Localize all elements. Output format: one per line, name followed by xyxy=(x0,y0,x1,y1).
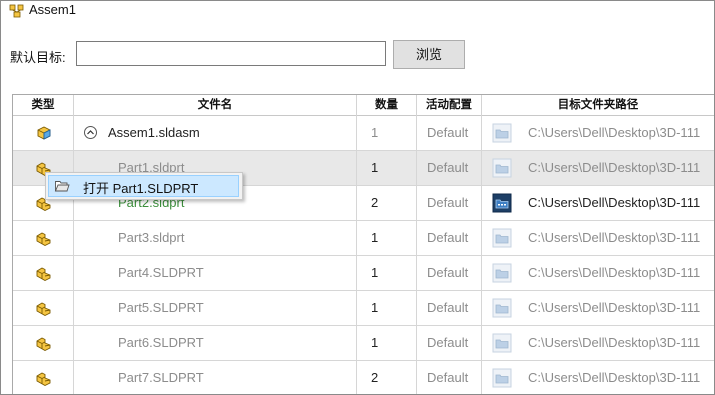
assembly-dialog: Assem1 默认目标: 浏览 类型 文件名 数量 活动配置 目标文件夹路径 A… xyxy=(0,0,715,395)
quantity: 1 xyxy=(371,160,379,175)
browse-button[interactable]: 浏览 xyxy=(393,40,465,69)
column-header-qty[interactable]: 数量 xyxy=(357,95,417,116)
quantity: 2 xyxy=(371,370,379,385)
active-config: Default xyxy=(427,160,469,175)
active-config: Default xyxy=(427,195,469,210)
table-row-part6[interactable]: Part6.SLDPRT 1 Default C:\Users\Dell\Des… xyxy=(13,326,714,361)
part-file-icon xyxy=(36,372,51,387)
folder-browse-icon[interactable] xyxy=(492,298,512,318)
window-title: Assem1 xyxy=(29,2,76,17)
target-path: C:\Users\Dell\Desktop\3D-111 xyxy=(528,195,701,210)
active-config: Default xyxy=(427,265,469,280)
quantity: 1 xyxy=(371,265,379,280)
folder-browse-icon[interactable] xyxy=(492,333,512,353)
part-file-icon xyxy=(36,337,51,352)
menu-item-label: 打开 Part1.SLDPRT xyxy=(83,181,199,196)
quantity: 1 xyxy=(371,230,379,245)
target-path: C:\Users\Dell\Desktop\3D-111 xyxy=(528,125,701,140)
column-header-name[interactable]: 文件名 xyxy=(74,95,357,116)
table-row-part3[interactable]: Part3.sldprt 1 Default C:\Users\Dell\Des… xyxy=(13,221,714,256)
context-menu: 打开 Part1.SLDPRT xyxy=(45,172,243,200)
quantity: 2 xyxy=(371,195,379,210)
quantity: 1 xyxy=(371,300,379,315)
folder-browse-icon[interactable] xyxy=(492,123,512,143)
table-row-part7[interactable]: Part7.SLDPRT 2 Default C:\Users\Dell\Des… xyxy=(13,361,714,394)
table-row-part5[interactable]: Part5.SLDPRT 1 Default C:\Users\Dell\Des… xyxy=(13,291,714,326)
folder-browse-icon[interactable] xyxy=(492,368,512,388)
file-name: Part4.SLDPRT xyxy=(118,265,204,280)
column-header-path[interactable]: 目标文件夹路径 xyxy=(482,95,714,116)
column-header-type[interactable]: 类型 xyxy=(13,95,74,116)
part-file-icon xyxy=(36,267,51,282)
column-header-config[interactable]: 活动配置 xyxy=(417,95,482,116)
default-target-input[interactable] xyxy=(76,41,386,66)
target-path: C:\Users\Dell\Desktop\3D-111 xyxy=(528,160,701,175)
folder-browse-icon[interactable] xyxy=(492,228,512,248)
target-path: C:\Users\Dell\Desktop\3D-111 xyxy=(528,265,701,280)
assembly-file-icon xyxy=(37,126,51,140)
quantity: 1 xyxy=(371,125,379,140)
folder-browse-icon[interactable] xyxy=(492,193,512,213)
folder-browse-icon[interactable] xyxy=(492,158,512,178)
target-path: C:\Users\Dell\Desktop\3D-111 xyxy=(528,370,701,385)
active-config: Default xyxy=(427,230,469,245)
file-name: Part6.SLDPRT xyxy=(118,335,204,350)
target-path: C:\Users\Dell\Desktop\3D-111 xyxy=(528,230,701,245)
file-table: 类型 文件名 数量 活动配置 目标文件夹路径 Assem1.sldasm 1 D… xyxy=(12,94,714,394)
file-name: Part7.SLDPRT xyxy=(118,370,204,385)
file-name: Assem1.sldasm xyxy=(108,125,200,140)
default-target-label: 默认目标: xyxy=(10,50,66,65)
target-path: C:\Users\Dell\Desktop\3D-111 xyxy=(528,300,701,315)
quantity: 1 xyxy=(371,335,379,350)
menu-item-open-part[interactable]: 打开 Part1.SLDPRT xyxy=(48,175,239,197)
folder-browse-icon[interactable] xyxy=(492,263,512,283)
active-config: Default xyxy=(427,125,469,140)
assembly-icon xyxy=(9,4,24,18)
file-name: Part3.sldprt xyxy=(118,230,185,245)
collapse-toggle-icon[interactable] xyxy=(84,126,97,139)
table-header: 类型 文件名 数量 活动配置 目标文件夹路径 xyxy=(13,94,714,116)
target-path: C:\Users\Dell\Desktop\3D-111 xyxy=(528,335,701,350)
active-config: Default xyxy=(427,370,469,385)
active-config: Default xyxy=(427,300,469,315)
part-file-icon xyxy=(36,302,51,317)
open-folder-icon xyxy=(54,181,70,192)
title-bar: Assem1 xyxy=(1,1,714,21)
table-row-assem1[interactable]: Assem1.sldasm 1 Default C:\Users\Dell\De… xyxy=(13,116,714,151)
part-file-icon xyxy=(36,232,51,247)
table-row-part4[interactable]: Part4.SLDPRT 1 Default C:\Users\Dell\Des… xyxy=(13,256,714,291)
active-config: Default xyxy=(427,335,469,350)
file-name: Part5.SLDPRT xyxy=(118,300,204,315)
